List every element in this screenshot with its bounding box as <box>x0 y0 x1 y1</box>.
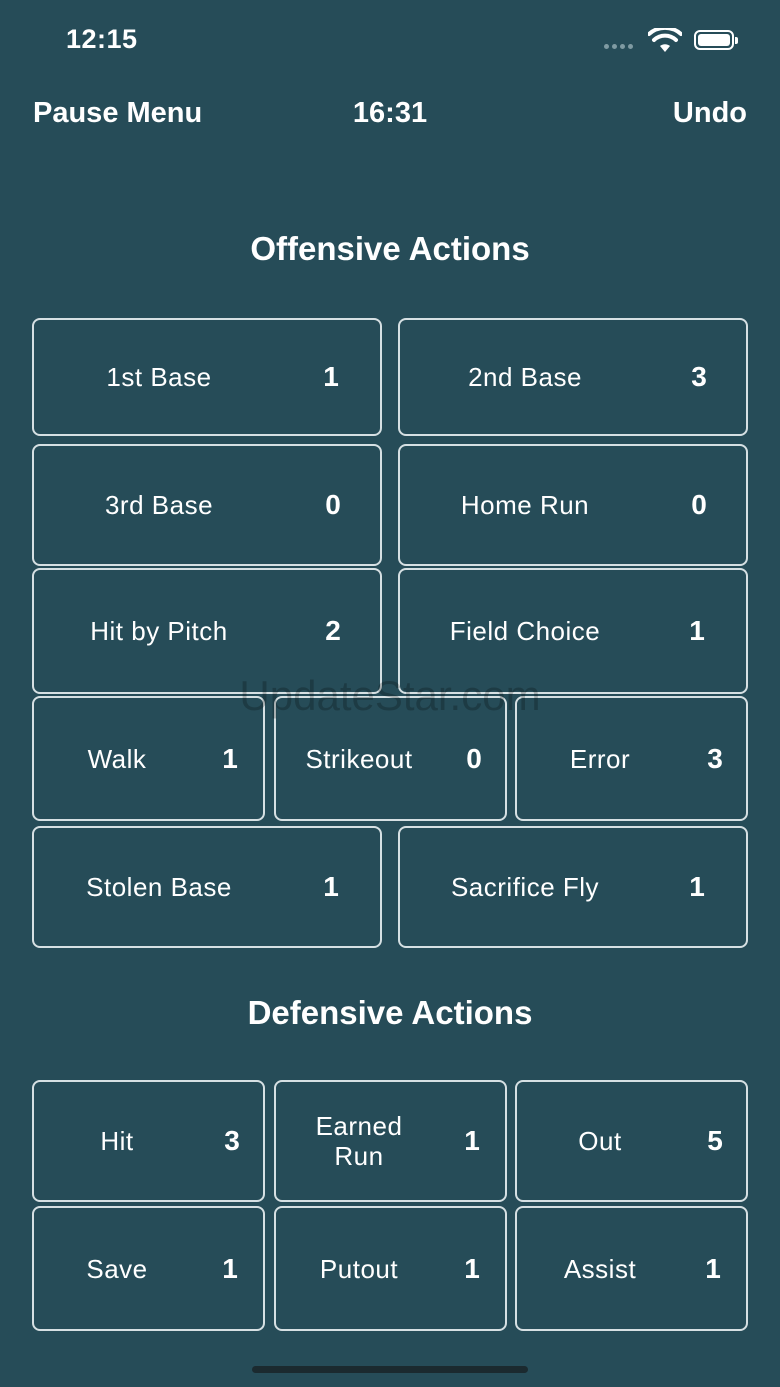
button-count: 1 <box>464 1125 480 1156</box>
stolen-base-button[interactable]: Stolen Base 1 <box>32 826 382 948</box>
button-count: 2 <box>325 615 341 646</box>
first-base-button[interactable]: 1st Base 1 <box>32 318 382 436</box>
undo-button[interactable]: Undo <box>673 97 747 130</box>
button-count: 1 <box>689 871 705 902</box>
field-choice-button[interactable]: Field Choice 1 <box>398 568 748 694</box>
button-label: Strikeout <box>305 743 413 774</box>
button-label: Home Run <box>460 490 590 520</box>
button-label: Error <box>569 743 631 774</box>
battery-icon <box>694 30 738 50</box>
button-label: Putout <box>319 1253 399 1284</box>
offensive-actions-title: Offensive Actions <box>250 230 530 267</box>
button-count: 1 <box>464 1252 480 1284</box>
button-label: Hit <box>100 1126 134 1156</box>
button-count: 1 <box>323 871 339 902</box>
save-button[interactable]: Save 1 <box>32 1206 265 1331</box>
walk-button[interactable]: Walk 1 <box>32 696 265 821</box>
hit-by-pitch-button[interactable]: Hit by Pitch 2 <box>32 568 382 694</box>
button-count: 0 <box>466 742 482 774</box>
button-count: 1 <box>222 1252 238 1284</box>
button-count: 0 <box>325 489 341 520</box>
button-count: 1 <box>222 742 238 774</box>
sacrifice-fly-button[interactable]: Sacrifice Fly 1 <box>398 826 748 948</box>
button-label: Field Choice <box>449 616 601 646</box>
button-label: Walk <box>87 743 147 774</box>
home-run-button[interactable]: Home Run 0 <box>398 444 748 566</box>
defensive-actions-title: Defensive Actions <box>247 994 533 1031</box>
cellular-signal-icon <box>604 44 633 49</box>
button-count: 1 <box>705 1252 721 1284</box>
pause-menu-button[interactable]: Pause Menu <box>33 97 202 130</box>
button-label: Stolen Base <box>86 872 232 902</box>
button-count: 3 <box>691 361 707 392</box>
button-count: 1 <box>323 361 339 392</box>
button-label: Out <box>578 1126 622 1156</box>
button-count: 1 <box>689 615 705 646</box>
home-indicator <box>252 1366 528 1373</box>
button-label: Hit by Pitch <box>90 616 228 646</box>
button-count: 5 <box>707 1125 723 1156</box>
button-label: Save <box>86 1253 148 1284</box>
out-button[interactable]: Out 5 <box>515 1080 748 1202</box>
button-count: 3 <box>707 742 723 774</box>
button-label: Earned Run <box>315 1111 403 1171</box>
status-time: 12:15 <box>66 24 138 54</box>
assist-button[interactable]: Assist 1 <box>515 1206 748 1331</box>
error-button[interactable]: Error 3 <box>515 696 748 821</box>
third-base-button[interactable]: 3rd Base 0 <box>32 444 382 566</box>
button-label: 1st Base <box>106 362 212 392</box>
status-bar: 12:15 <box>0 0 780 80</box>
putout-button[interactable]: Putout 1 <box>274 1206 507 1331</box>
earned-run-button[interactable]: Earned Run 1 <box>274 1080 507 1202</box>
button-label: Sacrifice Fly <box>450 872 600 902</box>
wifi-icon <box>648 28 682 52</box>
second-base-button[interactable]: 2nd Base 3 <box>398 318 748 436</box>
strikeout-button[interactable]: Strikeout 0 <box>274 696 507 821</box>
button-label: Assist <box>563 1253 637 1284</box>
hit-button[interactable]: Hit 3 <box>32 1080 265 1202</box>
button-count: 3 <box>224 1125 240 1156</box>
button-label: 3rd Base <box>104 490 214 520</box>
button-label: 2nd Base <box>468 362 582 392</box>
button-count: 0 <box>691 489 707 520</box>
